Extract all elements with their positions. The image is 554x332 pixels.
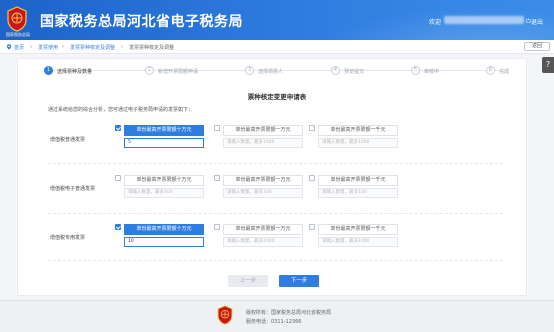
back-button[interactable]: 返回 (524, 42, 550, 51)
quantity-input[interactable]: 请输入数量，最多100 (223, 188, 303, 198)
step-label: 选择票种及数量 (57, 69, 93, 75)
checkbox[interactable] (115, 175, 121, 181)
option-head[interactable]: 单份最高开票限额一千元 (318, 224, 398, 235)
quantity-input[interactable]: 请输入数量，最多1000 (318, 237, 398, 247)
row-label-electronic-invoice: 增值税电子普通发票 (50, 186, 96, 192)
checkbox[interactable] (214, 175, 220, 181)
checkbox[interactable] (309, 224, 315, 230)
step-number: 2 (145, 66, 154, 75)
quantity-input[interactable]: 请输入数量，最多1000 (318, 138, 398, 148)
option-head[interactable]: 单份最高开票限额一万元 (223, 125, 303, 136)
location-icon (6, 44, 12, 50)
footer-copyright: 版权所有：国家税务总局河北省税务局 (246, 310, 332, 316)
quantity-input[interactable]: 请输入数量，最多1000 (223, 138, 303, 148)
option-head[interactable]: 单份最高开票限额一万元 (223, 224, 303, 235)
step-label: 审核中 (424, 69, 440, 75)
footer-phone: 服务电话：0311-12366 (246, 319, 302, 325)
option-head[interactable]: 单份最高开票限额一千元 (318, 175, 398, 186)
checkbox[interactable] (214, 224, 220, 230)
quantity-input[interactable]: 10 (124, 237, 204, 247)
prev-step-button[interactable]: 上一步 (228, 275, 268, 287)
welcome-text: 欢迎 (429, 19, 442, 26)
checkbox[interactable] (309, 125, 315, 131)
checkbox[interactable] (115, 224, 121, 230)
breadcrumb-invoice-adjust[interactable]: 发票票种核定及调整 (70, 44, 115, 51)
help-side-tab[interactable]: ? (542, 57, 554, 73)
logo-caption: 国家税务总局 (6, 32, 30, 37)
option-head[interactable]: 单份最高开票限额一千元 (318, 125, 398, 136)
checkbox[interactable] (214, 125, 220, 131)
form-intro: 通过系统给您的综合分析，您可通过电子税务局申请的发票如下： (48, 107, 194, 113)
form-title: 票种核定变更申请表 (247, 93, 307, 101)
quantity-input[interactable]: 请输入数量，最多1000 (223, 237, 303, 247)
row-divider (48, 260, 503, 261)
row-divider (48, 213, 503, 214)
checkbox[interactable] (115, 125, 121, 131)
user-name-redacted (444, 16, 524, 24)
quantity-input[interactable]: 请输入数量，最多100 (318, 188, 398, 198)
row-label-special-invoice: 增值税专用发票 (50, 235, 86, 241)
footer-emblem-icon (217, 305, 233, 325)
row-divider (48, 163, 503, 164)
row-label-general-invoice: 增值税普通发票 (50, 137, 86, 143)
step-label: 选择领票人 (258, 69, 284, 75)
next-step-button[interactable]: 下一步 (279, 275, 319, 287)
breadcrumb-separator: › (62, 44, 64, 50)
breadcrumb-current: 发票票种核定及调整 (129, 45, 175, 51)
step-number: 1 (44, 66, 53, 75)
footer (0, 300, 554, 332)
breadcrumb-separator: › (121, 44, 123, 50)
breadcrumb-invoice-use[interactable]: 发票使用 (38, 44, 58, 51)
tax-emblem-icon (7, 6, 27, 32)
step-label: 新增开票限额申请 (158, 69, 199, 75)
quantity-input[interactable]: 5 (124, 138, 204, 148)
step-label: 预览提交 (344, 69, 365, 75)
step-number: 3 (245, 66, 254, 75)
step-number: 6 (486, 66, 495, 75)
back-button-label: 返回 (531, 43, 542, 49)
checkbox[interactable] (309, 175, 315, 181)
site-title[interactable]: 国家税务总局河北省电子税务局 (40, 11, 243, 31)
option-head[interactable]: 单份最高开票限额十万元 (124, 175, 204, 186)
breadcrumb-home[interactable]: 首页 (14, 44, 24, 51)
option-head[interactable]: 单份最高开票限额一万元 (223, 175, 303, 186)
quantity-input[interactable]: 请输入数量，最多100 (124, 188, 204, 198)
step-number: 5 (411, 66, 420, 75)
step-label: 完成 (499, 69, 510, 75)
logout-link[interactable]: 退出 (531, 17, 543, 26)
step-number: 4 (331, 66, 340, 75)
breadcrumb-separator: › (30, 44, 32, 50)
option-head[interactable]: 单份最高开票限额十万元 (124, 224, 204, 235)
option-head[interactable]: 单份最高开票限额十万元 (124, 125, 204, 136)
